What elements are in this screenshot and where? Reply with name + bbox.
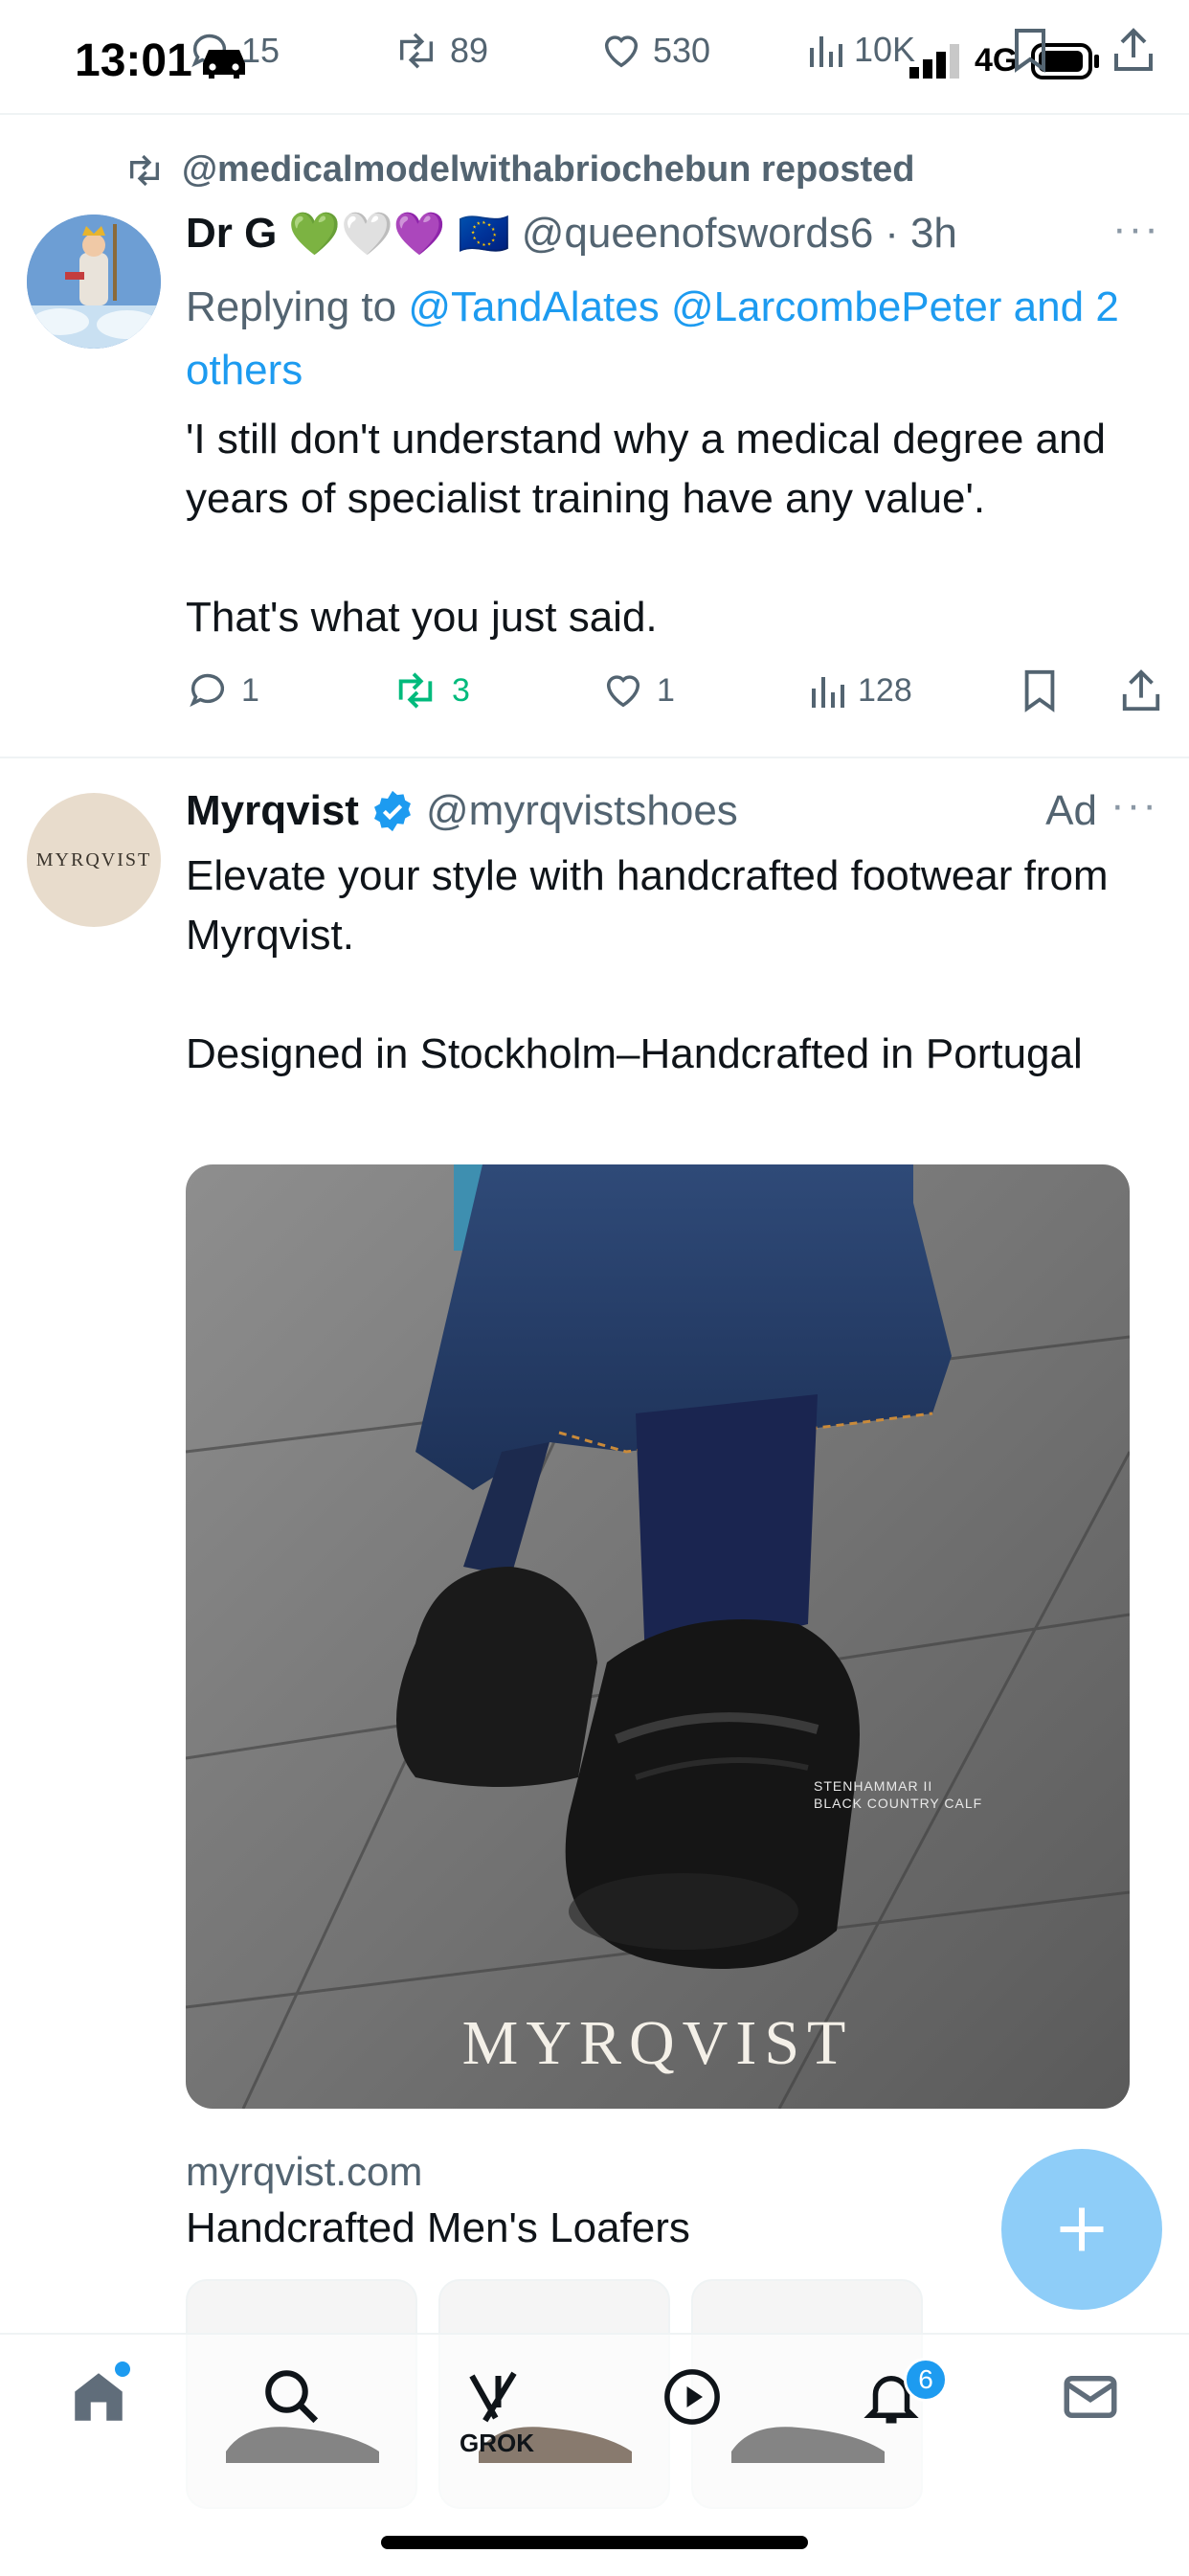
timestamp[interactable]: 3h [910, 210, 957, 258]
divider [0, 113, 1189, 115]
reply-prefix: Replying to [186, 283, 397, 330]
repost-attribution[interactable]: @medicalmodelwithabriochebun reposted [123, 149, 915, 191]
compose-button[interactable] [1001, 2149, 1162, 2310]
verified-badge-icon [373, 790, 411, 832]
top-view-count[interactable]: 10K [806, 29, 915, 71]
avatar[interactable]: MYRQVIST [27, 793, 161, 927]
search-icon[interactable] [260, 2365, 324, 2429]
video-icon[interactable] [661, 2365, 724, 2429]
ad-label: Ad [1045, 787, 1097, 834]
heart-icon [604, 35, 639, 68]
display-name[interactable]: Myrqvist [186, 787, 359, 835]
status-indicators: 4G [909, 42, 1100, 79]
repost-icon [399, 33, 434, 69]
tweet-header: Myrqvist @myrqvistshoes [186, 787, 738, 835]
ad-image[interactable]: STENHAMMAR II BLACK COUNTRY CALF MYRQVIS… [186, 1164, 1130, 2109]
views-button[interactable]: 128 [808, 669, 1021, 712]
messages-icon[interactable] [1059, 2365, 1122, 2429]
bookmark-button[interactable] [1021, 668, 1120, 712]
share-button[interactable] [1120, 668, 1162, 712]
avatar[interactable] [27, 215, 161, 349]
top-bookmark-icon[interactable] [1011, 27, 1049, 73]
top-share-icon[interactable] [1112, 27, 1155, 73]
tweet-actions: 1 3 1 128 [186, 668, 1162, 712]
car-icon [197, 42, 251, 80]
dot-separator: · [885, 210, 899, 257]
grok-label: GROK [460, 2429, 534, 2457]
like-button[interactable]: 1 [601, 668, 808, 712]
reply-icon [190, 673, 225, 708]
heart-icon [606, 675, 640, 708]
grok-icon[interactable] [461, 2365, 525, 2429]
reply-context: Replying to @TandAlates @LarcombePeter a… [186, 276, 1153, 402]
more-options-icon[interactable]: ··· [1112, 205, 1160, 253]
tweet-text: Elevate your style with handcrafted foot… [186, 852, 1109, 1077]
more-options-icon[interactable]: ··· [1110, 781, 1158, 829]
link-domain[interactable]: myrqvist.com [186, 2149, 422, 2195]
repost-icon [130, 154, 159, 186]
status-time: 13:01 [75, 35, 192, 86]
home-indicator[interactable] [381, 2536, 808, 2549]
notifications-badge: 6 [904, 2358, 948, 2402]
home-unread-dot [115, 2361, 130, 2377]
image-caption: STENHAMMAR II BLACK COUNTRY CALF [814, 1778, 983, 1811]
name-emojis: 💚🤍💜 🇪🇺 [288, 211, 510, 258]
plus-icon [1060, 2207, 1104, 2251]
signal-icon [909, 43, 959, 79]
tweet-header: Dr G 💚🤍💜 🇪🇺 @queenofswords6 · 3h [186, 209, 957, 259]
link-title[interactable]: Handcrafted Men's Loafers [186, 2204, 690, 2252]
top-like-count[interactable]: 530 [599, 29, 710, 73]
display-name[interactable]: Dr G [186, 210, 277, 258]
share-icon [1122, 669, 1160, 712]
top-repost-count[interactable]: 89 [393, 29, 488, 73]
handle[interactable]: @myrqvistshoes [426, 787, 738, 835]
views-icon [810, 36, 842, 67]
image-brand-text: MYRQVIST [461, 2008, 854, 2078]
divider [0, 757, 1189, 758]
reply-button[interactable]: 1 [186, 668, 391, 712]
tweet-text: 'I still don't understand why a medical … [186, 416, 1106, 641]
bookmark-icon [1024, 669, 1055, 712]
repost-button[interactable]: 3 [391, 668, 601, 712]
repost-icon [398, 672, 433, 709]
handle[interactable]: @queenofswords6 [522, 210, 874, 258]
views-icon [812, 677, 844, 708]
